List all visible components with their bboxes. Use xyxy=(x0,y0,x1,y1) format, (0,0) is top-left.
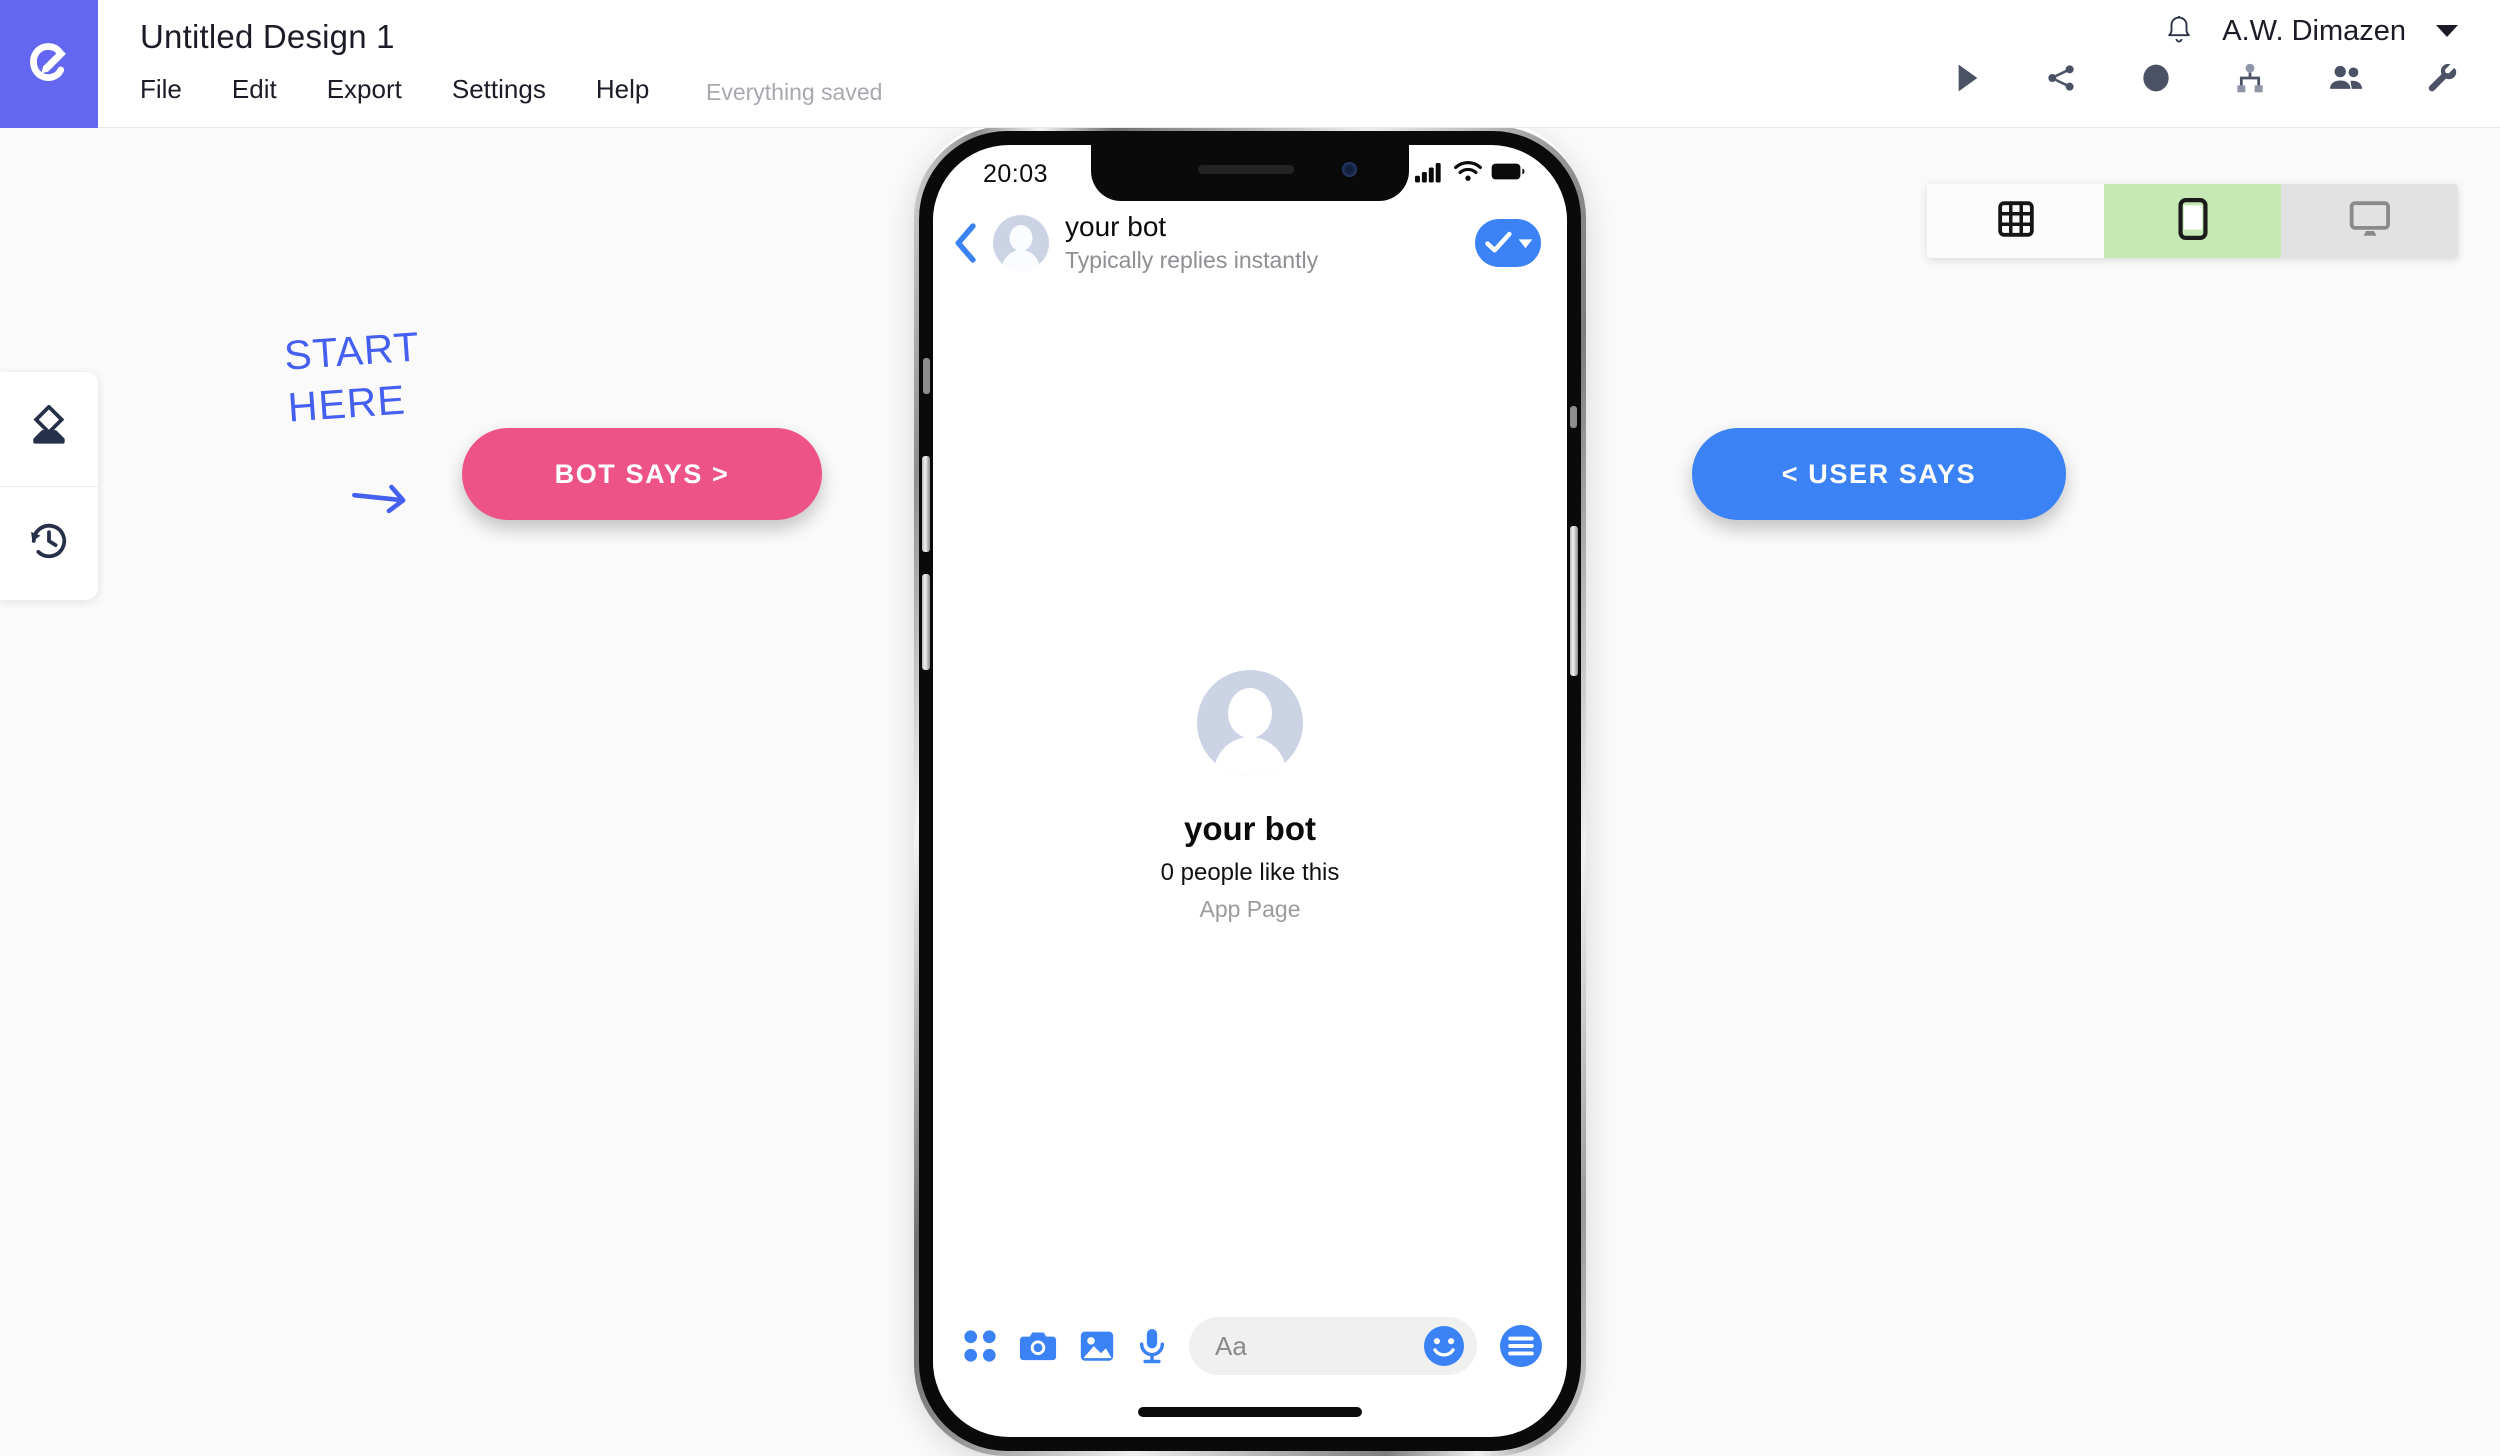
sidebar-tool-erase[interactable] xyxy=(0,372,98,486)
start-here-line2: HERE xyxy=(286,376,408,432)
phone-bezel: 20:03 your bot Typically replies instant… xyxy=(919,131,1581,1451)
history-clock-icon xyxy=(27,519,71,568)
menu-settings[interactable]: Settings xyxy=(452,74,546,105)
circle-icon[interactable] xyxy=(2140,62,2172,94)
start-here-hint: START HERE xyxy=(283,320,426,434)
view-mode-desktop[interactable] xyxy=(2281,184,2458,258)
sidebar-tools xyxy=(0,372,98,600)
composer-apps-button[interactable] xyxy=(963,1329,997,1363)
composer-camera-button[interactable] xyxy=(1019,1329,1057,1363)
profile-avatar xyxy=(1197,669,1303,776)
page-title[interactable]: Untitled Design 1 xyxy=(140,18,395,56)
hamburger-circle-icon[interactable] xyxy=(1499,1324,1543,1368)
menu-edit[interactable]: Edit xyxy=(232,74,277,105)
play-icon[interactable] xyxy=(1954,62,1982,94)
app-logo[interactable] xyxy=(0,0,98,128)
menu-bar: File Edit Export Settings Help xyxy=(140,74,649,105)
chat-body: your bot 0 people like this App Page xyxy=(933,283,1567,1309)
front-camera xyxy=(1342,162,1357,177)
phone-antenna-line xyxy=(1570,406,1577,428)
earpiece-speaker xyxy=(1198,165,1295,174)
toolbar-actions xyxy=(1954,62,2458,94)
cellular-signal-icon xyxy=(1415,161,1445,188)
phone-volume-up-button xyxy=(922,456,930,552)
phone-volume-down-button xyxy=(922,574,930,670)
pencil-circle-logo-icon xyxy=(22,37,76,91)
chevron-left-icon[interactable] xyxy=(949,223,983,263)
chat-contact-status: Typically replies instantly xyxy=(1065,246,1319,273)
sitemap-icon[interactable] xyxy=(2234,62,2266,94)
bot-says-button[interactable]: BOT SAYS > xyxy=(462,428,822,520)
avatar xyxy=(993,215,1049,271)
desktop-icon xyxy=(2349,200,2391,243)
status-bar-indicators xyxy=(1415,161,1525,188)
arrow-right-icon xyxy=(348,475,414,526)
phone-power-button xyxy=(1570,526,1578,676)
top-bar: Untitled Design 1 File Edit Export Setti… xyxy=(0,0,2500,128)
chat-header: your bot Typically replies instantly xyxy=(933,203,1567,283)
phone-screen: 20:03 your bot Typically replies instant… xyxy=(933,145,1567,1437)
menu-export[interactable]: Export xyxy=(327,74,402,105)
phone-mute-switch xyxy=(923,358,930,394)
menu-file[interactable]: File xyxy=(140,74,182,105)
home-indicator xyxy=(1138,1407,1362,1417)
save-status: Everything saved xyxy=(706,79,883,105)
people-icon[interactable] xyxy=(2328,62,2364,94)
chevron-down-icon[interactable] xyxy=(2436,25,2458,37)
sidebar-tool-history[interactable] xyxy=(0,486,98,600)
chat-contact-name: your bot xyxy=(1065,210,1167,242)
user-says-button[interactable]: < USER SAYS xyxy=(1692,428,2066,520)
view-mode-mobile[interactable] xyxy=(2104,184,2281,258)
profile-likes: 0 people like this xyxy=(1160,858,1340,886)
profile-name: your bot xyxy=(1184,809,1316,847)
share-icon[interactable] xyxy=(2044,62,2078,94)
view-mode-toggle xyxy=(1927,184,2458,258)
chat-header-text: your bot Typically replies instantly xyxy=(1065,210,1475,275)
message-input[interactable]: Aa xyxy=(1189,1317,1477,1375)
battery-full-icon xyxy=(1491,163,1525,185)
start-here-line1: START xyxy=(282,323,422,379)
eraser-icon xyxy=(27,403,71,454)
view-mode-grid[interactable] xyxy=(1927,184,2104,258)
menu-help[interactable]: Help xyxy=(596,74,649,105)
account-area: A.W. Dimazen xyxy=(2164,14,2458,48)
composer-gallery-button[interactable] xyxy=(1079,1329,1115,1363)
message-composer: Aa xyxy=(933,1309,1567,1383)
status-bar-time: 20:03 xyxy=(983,159,1049,188)
phone-notch xyxy=(1091,145,1409,201)
mobile-icon xyxy=(2175,197,2211,245)
phone-frame: 20:03 your bot Typically replies instant… xyxy=(914,126,1586,1456)
composer-mic-button[interactable] xyxy=(1137,1328,1167,1364)
message-input-placeholder: Aa xyxy=(1215,1330,1247,1361)
grid-icon xyxy=(1997,200,2035,243)
phone-preview: 20:03 your bot Typically replies instant… xyxy=(900,112,1600,1456)
account-name[interactable]: A.W. Dimazen xyxy=(2222,15,2406,48)
smiley-icon[interactable] xyxy=(1423,1325,1465,1367)
profile-page-type: App Page xyxy=(1199,895,1301,922)
check-dropdown-icon[interactable] xyxy=(1475,219,1541,267)
wrench-icon[interactable] xyxy=(2426,62,2458,94)
bell-icon[interactable] xyxy=(2164,14,2194,48)
wifi-icon xyxy=(1454,161,1482,187)
